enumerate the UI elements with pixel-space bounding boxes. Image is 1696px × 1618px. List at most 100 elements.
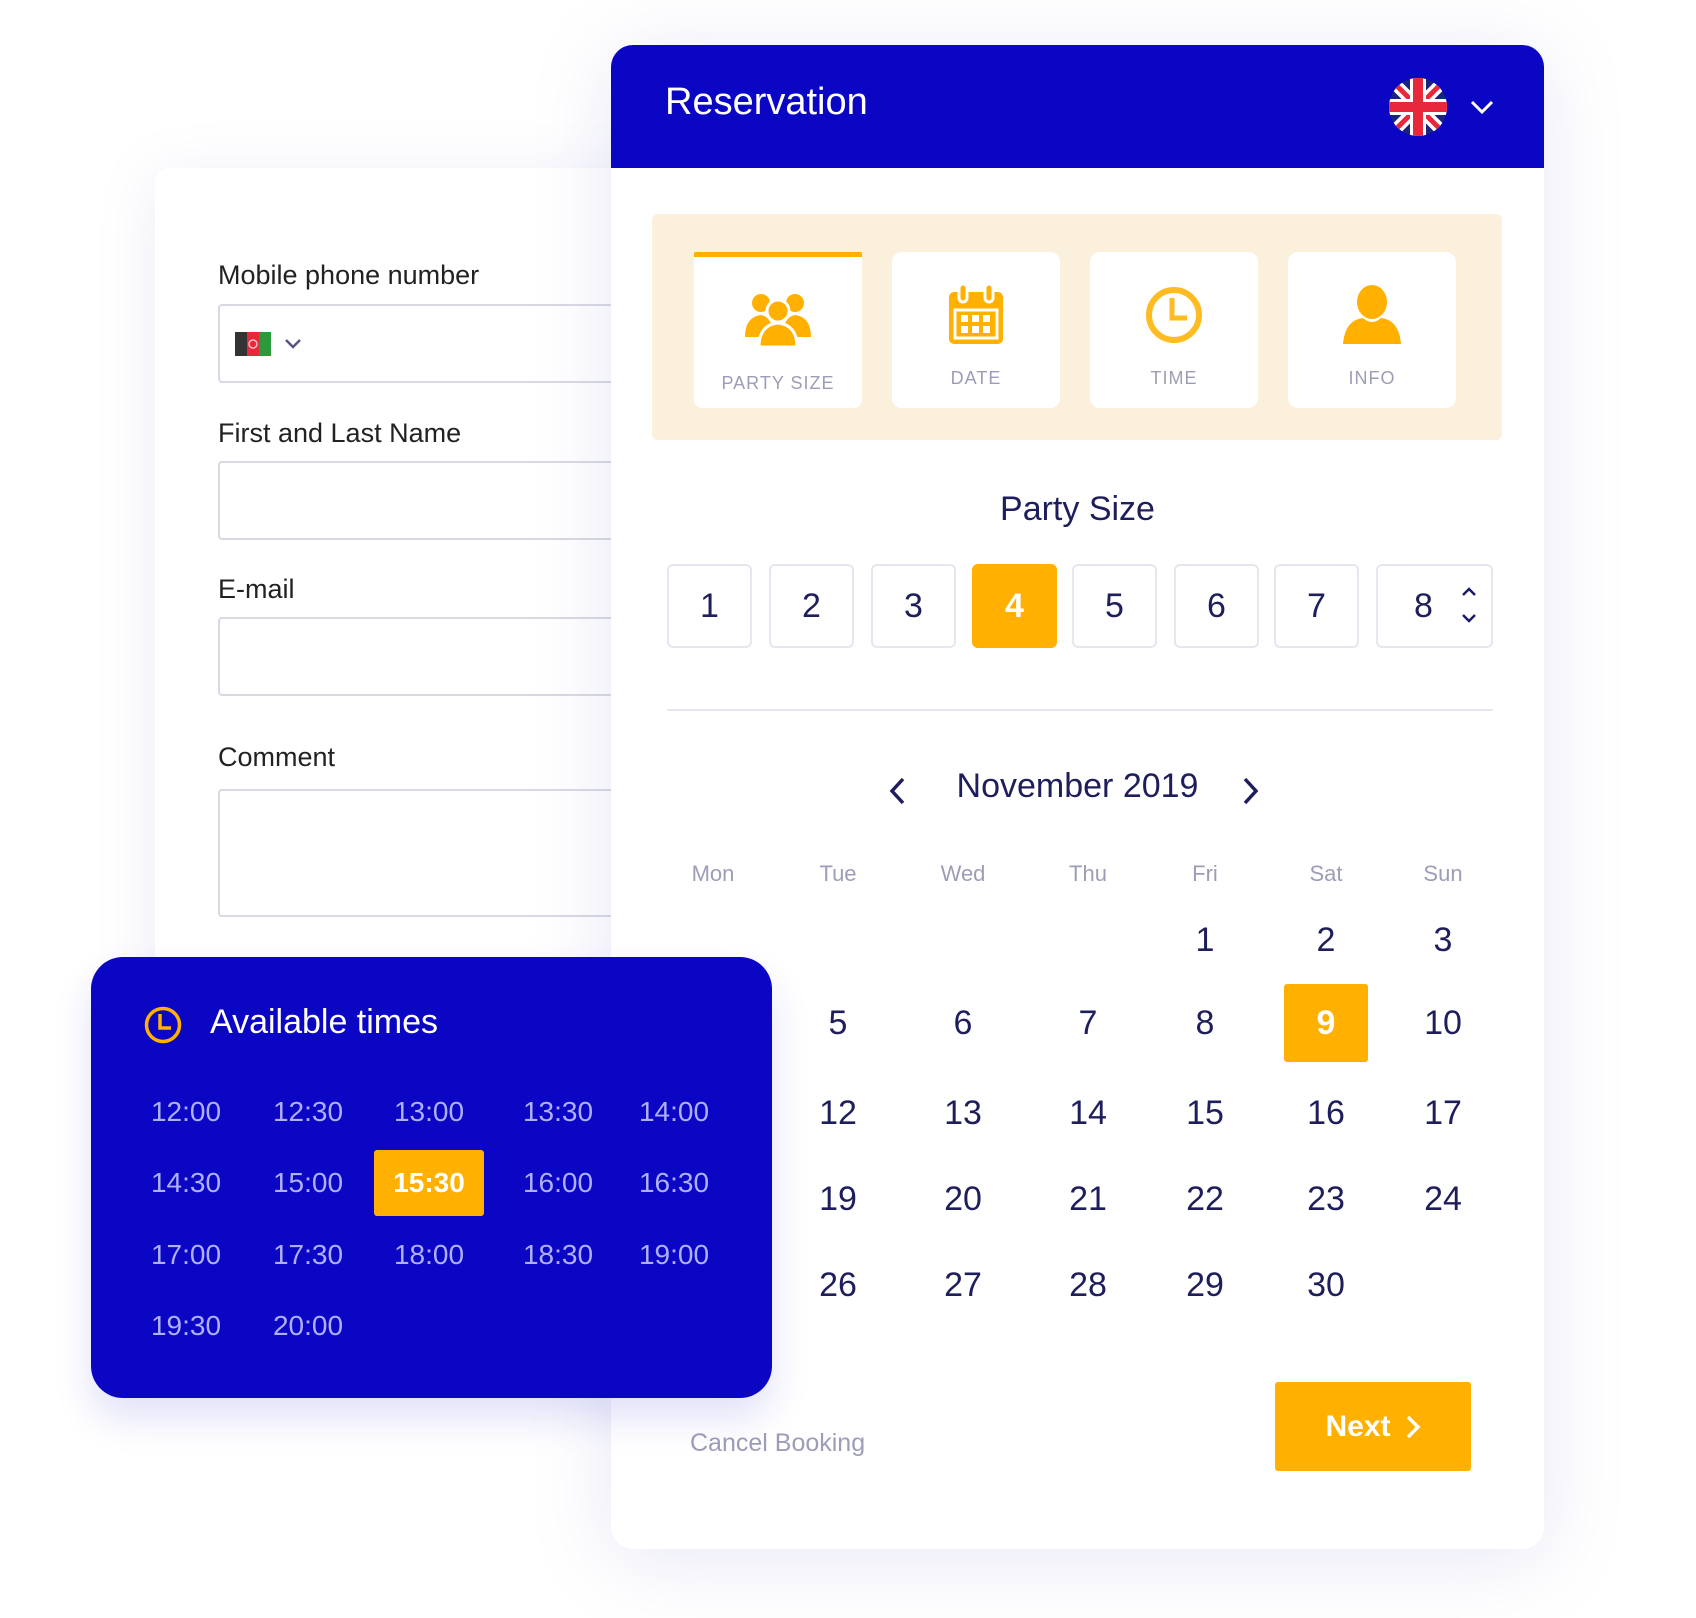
page-title: Reservation: [665, 81, 868, 123]
clock-icon: [144, 1006, 182, 1044]
time-slot[interactable]: 17:00: [131, 1222, 241, 1288]
step-time[interactable]: TIME: [1090, 252, 1258, 408]
group-icon: [745, 294, 811, 349]
time-slot[interactable]: 18:30: [503, 1222, 613, 1288]
step-date[interactable]: DATE: [892, 252, 1060, 408]
calendar-day[interactable]: 19: [796, 1160, 880, 1238]
step-info[interactable]: INFO: [1288, 252, 1456, 408]
weekday-header: Tue: [819, 861, 857, 886]
calendar-day[interactable]: 10: [1401, 984, 1485, 1062]
uk-flag-icon[interactable]: [1389, 78, 1447, 136]
party-size-value: 5: [1105, 586, 1124, 625]
comment-label: Comment: [218, 742, 336, 772]
chevron-right-icon: [1406, 1415, 1420, 1438]
available-times-title: Available times: [210, 1003, 439, 1041]
party-size-value: 4: [1005, 586, 1024, 625]
calendar-day[interactable]: 12: [796, 1074, 880, 1152]
afghanistan-flag-icon[interactable]: [235, 332, 271, 356]
party-size-value: 3: [904, 586, 923, 625]
party-size-value: 8: [1414, 586, 1433, 625]
party-size-value: 6: [1207, 586, 1226, 625]
stepper-arrows-icon[interactable]: [1461, 586, 1477, 635]
calendar-day[interactable]: 14: [1046, 1074, 1130, 1152]
calendar-day[interactable]: 6: [921, 984, 1005, 1062]
party-size-option[interactable]: 7: [1274, 564, 1359, 648]
time-slot[interactable]: 12:00: [131, 1079, 241, 1145]
time-slot[interactable]: 12:30: [253, 1079, 363, 1145]
calendar-day[interactable]: 27: [921, 1246, 1005, 1324]
party-size-option[interactable]: 1: [667, 564, 752, 648]
calendar-day[interactable]: 9: [1284, 984, 1368, 1062]
calendar-day[interactable]: 17: [1401, 1074, 1485, 1152]
calendar-day[interactable]: 15: [1163, 1074, 1247, 1152]
phone-label: Mobile phone number: [218, 260, 480, 290]
step-label: PARTY SIZE: [721, 373, 835, 393]
weekday-header: Wed: [940, 861, 986, 886]
weekday-header: Thu: [1069, 861, 1107, 886]
cancel-booking-link[interactable]: Cancel Booking: [690, 1429, 865, 1458]
step-party-size[interactable]: PARTY SIZE: [694, 252, 862, 408]
party-size-option[interactable]: 5: [1072, 564, 1157, 648]
booking-steps: PARTY SIZE DATE TIME INFO: [652, 214, 1502, 440]
calendar-day[interactable]: 8: [1163, 984, 1247, 1062]
weekday-header: Fri: [1192, 861, 1218, 886]
party-size-value: 7: [1307, 586, 1326, 625]
party-size-option[interactable]: 6: [1174, 564, 1259, 648]
step-label: DATE: [950, 368, 1002, 388]
time-slot[interactable]: 20:00: [253, 1293, 363, 1359]
time-slot[interactable]: 19:00: [619, 1222, 729, 1288]
step-label: INFO: [1348, 368, 1396, 388]
next-button-label: Next: [1325, 1409, 1391, 1443]
calendar-day[interactable]: 1: [1163, 901, 1247, 979]
calendar-day[interactable]: 23: [1284, 1160, 1368, 1238]
calendar-day[interactable]: 22: [1163, 1160, 1247, 1238]
calendar-icon: [949, 282, 1003, 344]
calendar-day[interactable]: 24: [1401, 1160, 1485, 1238]
time-slot[interactable]: 18:00: [374, 1222, 484, 1288]
weekday-header: Sun: [1423, 861, 1463, 886]
calendar-day[interactable]: 30: [1284, 1246, 1368, 1324]
calendar-day[interactable]: 2: [1284, 901, 1368, 979]
calendar-day[interactable]: 28: [1046, 1246, 1130, 1324]
party-size-value: 1: [700, 586, 719, 625]
time-slot[interactable]: 14:30: [131, 1150, 241, 1216]
time-slot[interactable]: 19:30: [131, 1293, 241, 1359]
next-month-icon[interactable]: [1241, 776, 1261, 806]
time-slot[interactable]: 13:00: [374, 1079, 484, 1145]
party-size-option[interactable]: 3: [871, 564, 956, 648]
time-slot[interactable]: 17:30: [253, 1222, 363, 1288]
chevron-down-icon[interactable]: [284, 338, 302, 350]
weekday-header: Sat: [1309, 861, 1343, 886]
calendar-day[interactable]: 16: [1284, 1074, 1368, 1152]
time-slot[interactable]: 13:30: [503, 1079, 613, 1145]
party-size-option[interactable]: 4: [972, 564, 1057, 648]
calendar-day[interactable]: 21: [1046, 1160, 1130, 1238]
party-size-title: Party Size: [1000, 490, 1155, 528]
time-slot[interactable]: 14:00: [619, 1079, 729, 1145]
party-size-value: 2: [802, 586, 821, 625]
calendar-day[interactable]: 7: [1046, 984, 1130, 1062]
user-icon: [1343, 285, 1401, 344]
calendar-day[interactable]: 13: [921, 1074, 1005, 1152]
next-button[interactable]: Next: [1275, 1382, 1471, 1471]
available-times-panel: Available times 12:00 12:30 13:00 13:30 14:0…: [91, 957, 772, 1398]
time-slot[interactable]: 15:30: [374, 1150, 484, 1216]
weekday-header: Mon: [691, 861, 735, 886]
name-label: First and Last Name: [218, 418, 462, 448]
party-size-option[interactable]: 2: [769, 564, 854, 648]
divider: [667, 709, 1493, 711]
time-slot[interactable]: 16:30: [619, 1150, 729, 1216]
step-label: TIME: [1150, 368, 1198, 388]
calendar-day[interactable]: 29: [1163, 1246, 1247, 1324]
calendar-day[interactable]: 20: [921, 1160, 1005, 1238]
calendar-day[interactable]: 5: [796, 984, 880, 1062]
time-slot[interactable]: 15:00: [253, 1150, 363, 1216]
clock-icon: [1146, 287, 1202, 343]
month-label: November 2019: [956, 767, 1199, 805]
time-slot[interactable]: 16:00: [503, 1150, 613, 1216]
calendar-day[interactable]: 26: [796, 1246, 880, 1324]
email-label: E-mail: [218, 574, 295, 604]
calendar-day[interactable]: 3: [1401, 901, 1485, 979]
party-size-option[interactable]: 8: [1376, 564, 1493, 648]
language-chevron-down-icon[interactable]: [1470, 99, 1494, 115]
